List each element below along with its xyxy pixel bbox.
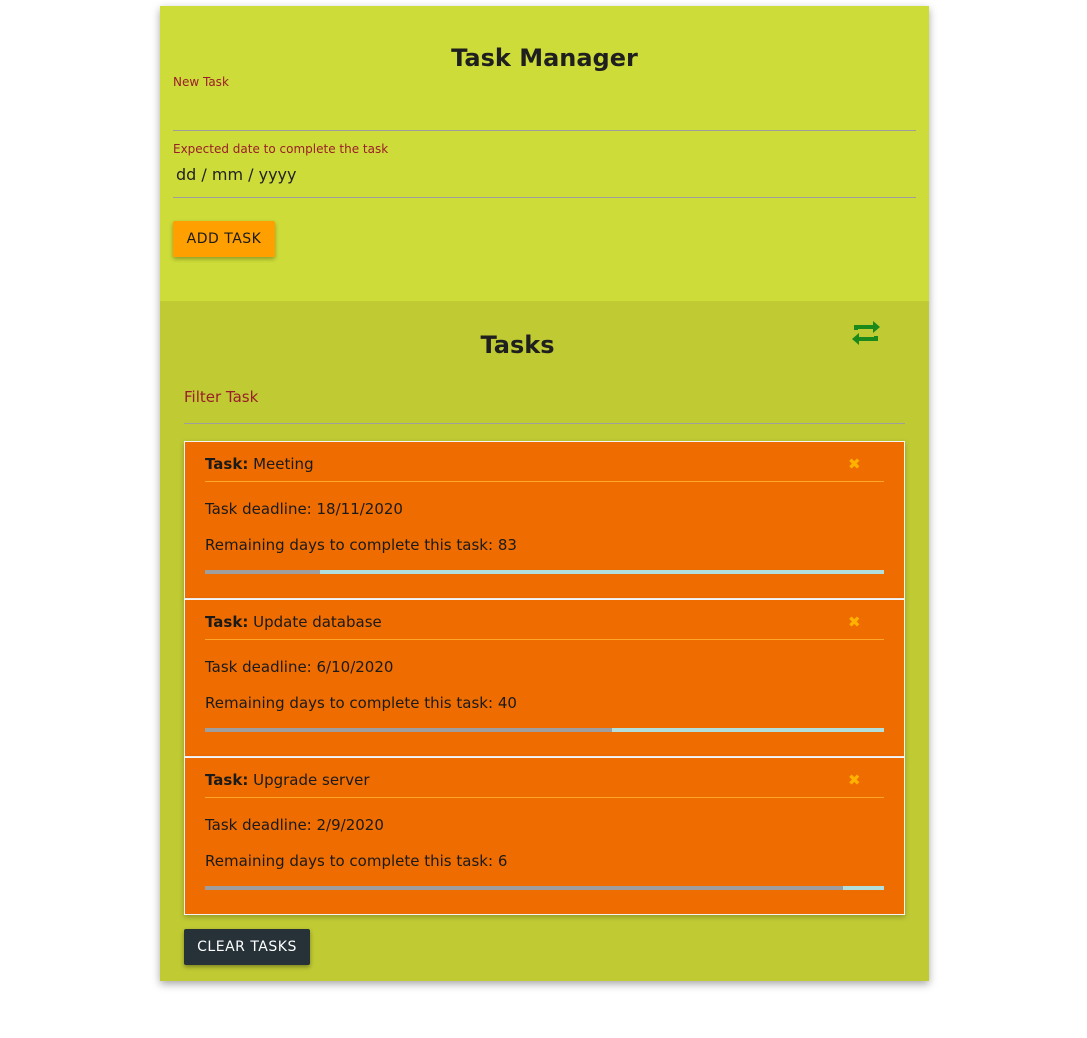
task-progress-fill — [205, 570, 320, 574]
task-card: Task: Upgrade server ✖ Task deadline: 2/… — [184, 757, 905, 915]
task-divider — [205, 481, 884, 482]
new-task-underline — [173, 130, 916, 131]
task-title: Task: Upgrade server — [205, 771, 370, 789]
new-task-label: New Task — [173, 75, 229, 89]
deadline-prefix: Task deadline: — [205, 500, 312, 518]
task-remaining-days: Remaining days to complete this task: 83 — [205, 536, 517, 554]
task-progress-fill — [205, 728, 612, 732]
new-task-input[interactable] — [173, 94, 916, 130]
task-prefix-label: Task: — [205, 455, 249, 473]
deadline-prefix: Task deadline: — [205, 658, 312, 676]
date-input[interactable]: dd / mm / yyyy — [176, 165, 296, 184]
task-deadline: Task deadline: 6/10/2020 — [205, 658, 393, 676]
task-deadline: Task deadline: 18/11/2020 — [205, 500, 403, 518]
task-name: Meeting — [253, 455, 314, 473]
task-deadline: Task deadline: 2/9/2020 — [205, 816, 384, 834]
date-underline — [173, 197, 916, 198]
task-name: Upgrade server — [253, 771, 370, 789]
task-divider — [205, 797, 884, 798]
clear-tasks-button[interactable]: CLEAR TASKS — [184, 929, 310, 965]
new-task-panel: Task Manager New Task Expected date to c… — [160, 6, 929, 301]
delete-task-icon[interactable]: ✖ — [848, 455, 861, 473]
task-progress-bar — [205, 886, 884, 890]
task-progress-fill — [205, 886, 843, 890]
deadline-prefix: Task deadline: — [205, 816, 312, 834]
delete-task-icon[interactable]: ✖ — [848, 613, 861, 631]
remaining-value: 83 — [497, 536, 517, 554]
add-task-button[interactable]: ADD TASK — [173, 221, 275, 257]
remaining-prefix: Remaining days to complete this task: — [205, 852, 494, 870]
task-title: Task: Meeting — [205, 455, 314, 473]
remaining-prefix: Remaining days to complete this task: — [205, 536, 494, 554]
task-progress-bar — [205, 570, 884, 574]
task-manager-app: Task Manager New Task Expected date to c… — [160, 6, 929, 981]
deadline-value: 2/9/2020 — [316, 816, 384, 834]
refresh-icon[interactable] — [849, 320, 883, 346]
tasks-panel: Tasks Filter Task Task: Meeting ✖ Task d… — [160, 301, 929, 981]
deadline-value: 18/11/2020 — [316, 500, 403, 518]
remaining-value: 40 — [497, 694, 517, 712]
task-remaining-days: Remaining days to complete this task: 40 — [205, 694, 517, 712]
task-divider — [205, 639, 884, 640]
remaining-prefix: Remaining days to complete this task: — [205, 694, 494, 712]
filter-task-input[interactable]: Filter Task — [184, 388, 258, 406]
task-progress-bar — [205, 728, 884, 732]
task-name: Update database — [253, 613, 382, 631]
task-prefix-label: Task: — [205, 613, 249, 631]
app-title: Task Manager — [451, 44, 638, 72]
task-title: Task: Update database — [205, 613, 382, 631]
task-prefix-label: Task: — [205, 771, 249, 789]
remaining-value: 6 — [497, 852, 508, 870]
task-card: Task: Meeting ✖ Task deadline: 18/11/202… — [184, 441, 905, 599]
task-card: Task: Update database ✖ Task deadline: 6… — [184, 599, 905, 757]
tasks-title: Tasks — [480, 331, 555, 359]
deadline-value: 6/10/2020 — [316, 658, 394, 676]
task-remaining-days: Remaining days to complete this task: 6 — [205, 852, 507, 870]
delete-task-icon[interactable]: ✖ — [848, 771, 861, 789]
filter-underline — [184, 423, 905, 424]
date-label: Expected date to complete the task — [173, 142, 389, 156]
